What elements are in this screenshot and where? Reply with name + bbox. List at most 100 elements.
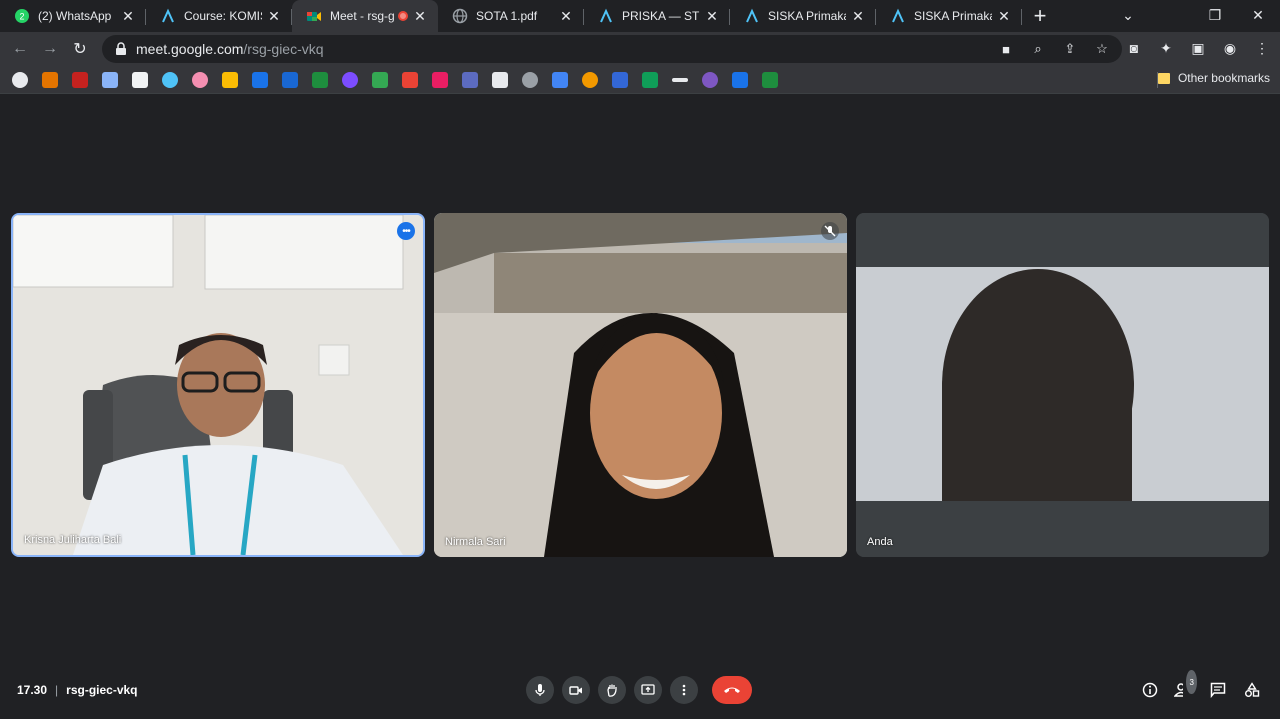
canva-bookmark-icon[interactable] xyxy=(702,71,718,88)
new-tab-button[interactable]: + xyxy=(1022,0,1058,32)
rp-bookmark-icon[interactable] xyxy=(312,71,328,88)
heart-bookmark-icon[interactable] xyxy=(402,71,418,88)
close-window-icon[interactable]: ✕ xyxy=(1238,0,1278,30)
tab-strip: 2 (2) WhatsApp ✕ Course: KOMISI P ✕ Meet… xyxy=(0,0,1280,32)
more-options-button[interactable] xyxy=(670,676,698,704)
moodle-icon xyxy=(160,8,176,24)
tab-siska-1[interactable]: SISKA Primakara ✕ xyxy=(730,0,876,32)
firebase-bookmark-icon[interactable] xyxy=(222,71,238,88)
github-bookmark-icon[interactable] xyxy=(12,71,28,88)
close-tab-icon[interactable]: ✕ xyxy=(850,8,866,25)
screenshot-icon[interactable]: ◙ xyxy=(1124,36,1144,60)
bookmark-23-icon[interactable] xyxy=(672,77,688,82)
close-tab-icon[interactable]: ✕ xyxy=(412,8,428,25)
restore-window-icon[interactable]: ❐ xyxy=(1195,0,1235,30)
sheets-bookmark-icon[interactable] xyxy=(762,71,778,88)
tab-sota[interactable]: SOTA 1.pdf ✕ xyxy=(438,0,584,32)
bookmark-22-icon[interactable] xyxy=(642,71,658,88)
svg-text:2: 2 xyxy=(19,12,24,22)
more-options-icon[interactable]: ••• xyxy=(397,222,415,240)
bookmark-21-icon[interactable] xyxy=(612,71,628,88)
tab-title: Course: KOMISI P xyxy=(184,9,262,23)
present-screen-button[interactable] xyxy=(634,676,662,704)
participant-name: Nirmala Sari xyxy=(445,536,506,548)
close-tab-icon[interactable]: ✕ xyxy=(558,8,574,25)
url-host: meet.google.com xyxy=(136,41,244,57)
participant-video xyxy=(856,213,1269,557)
profile-avatar-icon[interactable]: ◉ xyxy=(1220,36,1240,60)
participant-video xyxy=(434,213,847,557)
bookmark-5-icon[interactable] xyxy=(132,71,148,88)
bookmark-15-icon[interactable] xyxy=(432,71,448,88)
bookmark-25-icon[interactable] xyxy=(732,71,748,88)
bookmark-star-icon[interactable]: ☆ xyxy=(1092,39,1112,59)
close-tab-icon[interactable]: ✕ xyxy=(996,8,1012,25)
info-icon xyxy=(1142,682,1158,698)
whatsapp-icon: 2 xyxy=(14,8,30,24)
tab-course[interactable]: Course: KOMISI P ✕ xyxy=(146,0,292,32)
chrome-menu-icon[interactable]: ⋮ xyxy=(1252,36,1272,60)
people-icon xyxy=(1174,683,1184,697)
close-tab-icon[interactable]: ✕ xyxy=(266,8,282,25)
camera-icon xyxy=(569,686,582,695)
bookmark-7-icon[interactable] xyxy=(192,71,208,88)
activities-button[interactable] xyxy=(1242,678,1262,702)
laravel-bookmark-icon[interactable] xyxy=(72,71,88,88)
side-controls: 3 xyxy=(1140,670,1262,702)
api-bookmark-icon[interactable] xyxy=(282,71,298,88)
react-bookmark-icon[interactable] xyxy=(492,71,508,88)
bookmark-4-icon[interactable] xyxy=(102,71,118,88)
browser-toolbar: ← → ↻ meet.google.com/rsg-giec-vkq ■ ⌕ ⇪… xyxy=(0,32,1280,66)
forward-arrow-icon[interactable]: → xyxy=(35,34,65,64)
meeting-details-button[interactable] xyxy=(1140,678,1160,702)
bookmark-16-icon[interactable] xyxy=(462,71,478,88)
meeting-info: 17.30 | rsg-giec-vkq xyxy=(17,683,138,697)
zoom-icon[interactable]: ⌕ xyxy=(1028,39,1048,59)
close-tab-icon[interactable]: ✕ xyxy=(120,8,136,25)
leave-call-button[interactable] xyxy=(712,676,752,704)
tab-priska[interactable]: PRISKA — STMIK ✕ xyxy=(584,0,730,32)
reload-icon[interactable]: ↻ xyxy=(65,34,95,64)
other-bookmarks-folder[interactable]: Other bookmarks xyxy=(1157,71,1270,85)
tab-title: Meet - rsg-g xyxy=(330,9,394,23)
tab-search-chevron-icon[interactable]: ⌄ xyxy=(1108,0,1148,30)
moodle-icon xyxy=(890,8,906,24)
participant-tile-self[interactable]: Anda xyxy=(856,213,1269,557)
close-tab-icon[interactable]: ✕ xyxy=(704,8,720,25)
tab-title: PRISKA — STMIK xyxy=(622,9,700,23)
dropbox-bookmark-icon[interactable] xyxy=(252,71,268,88)
meeting-code: rsg-giec-vkq xyxy=(66,683,138,697)
tab-title: SOTA 1.pdf xyxy=(476,9,538,23)
tab-meet[interactable]: Meet - rsg-g ✕ xyxy=(292,0,438,32)
chat-button[interactable] xyxy=(1208,678,1228,702)
bookmark-6-icon[interactable] xyxy=(162,71,178,88)
bookmark-20-icon[interactable] xyxy=(582,71,598,88)
bookmark-19-icon[interactable] xyxy=(552,71,568,88)
participant-tile-nirmala[interactable]: Nirmala Sari xyxy=(434,213,847,557)
raise-hand-button[interactable] xyxy=(598,676,626,704)
moodle-icon xyxy=(598,8,614,24)
side-panel-icon[interactable]: ▣ xyxy=(1188,36,1208,60)
back-arrow-icon[interactable]: ← xyxy=(5,34,35,64)
address-bar[interactable]: meet.google.com/rsg-giec-vkq ■ ⌕ ⇪ ☆ xyxy=(102,35,1122,63)
meeting-time: 17.30 xyxy=(17,683,48,697)
tab-whatsapp[interactable]: 2 (2) WhatsApp ✕ xyxy=(0,0,146,32)
call-controls xyxy=(526,676,752,704)
bookmark-2-icon[interactable] xyxy=(42,71,58,88)
share-icon[interactable]: ⇪ xyxy=(1060,39,1080,59)
people-button[interactable]: 3 xyxy=(1174,670,1197,702)
tab-siska-2[interactable]: SISKA Primakara ✕ xyxy=(876,0,1022,32)
participant-tile-krisna[interactable]: ••• Krisna Juliharta Bali xyxy=(11,213,425,557)
tab-title: (2) WhatsApp xyxy=(38,9,112,23)
camera-button[interactable] xyxy=(562,676,590,704)
bookmark-12-icon[interactable] xyxy=(342,71,358,88)
extensions-puzzle-icon[interactable]: ✦ xyxy=(1156,36,1176,60)
camera-in-use-icon[interactable]: ■ xyxy=(996,39,1016,59)
globe-bookmark-icon[interactable] xyxy=(522,71,538,88)
meet-icon xyxy=(306,8,322,24)
globe-icon xyxy=(452,8,468,24)
meet-bottom-bar: 17.30 | rsg-giec-vkq 3 xyxy=(0,664,1280,719)
bookmark-13-icon[interactable] xyxy=(372,71,388,88)
microphone-button[interactable] xyxy=(526,676,554,704)
participant-video xyxy=(13,215,423,555)
